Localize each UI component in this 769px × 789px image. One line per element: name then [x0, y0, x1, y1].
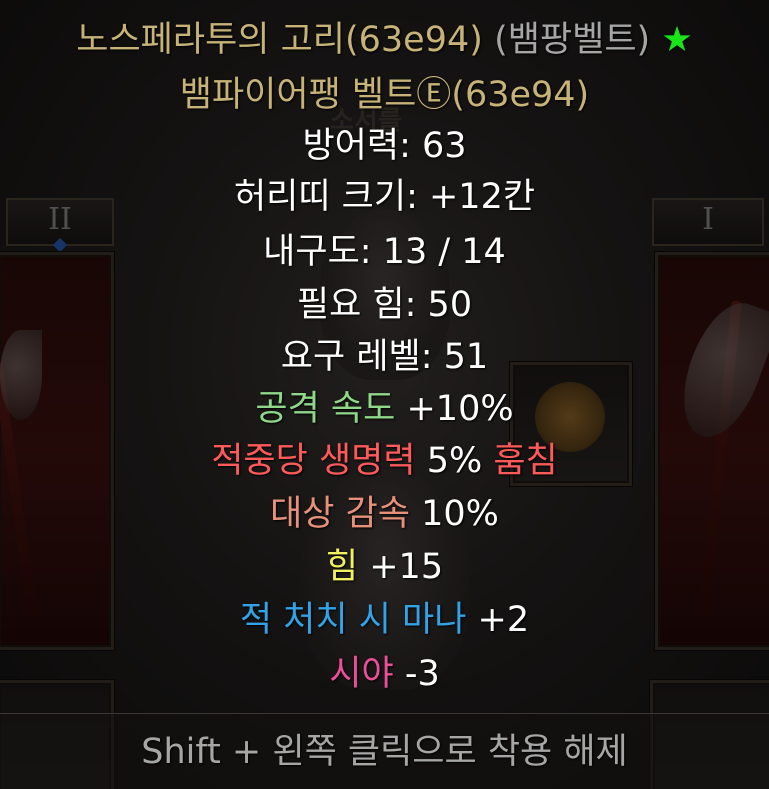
mod-value: 10%	[410, 494, 499, 534]
mod-life-steal: 적중당 생명력 5% 훔침	[0, 436, 769, 486]
mod-value: +10%	[395, 389, 514, 429]
mod-value: +15	[358, 547, 444, 587]
mod-label: 적중당 생명력	[211, 441, 416, 481]
durability-stat: 내구도: 13 / 14	[263, 232, 506, 272]
mod-value: +2	[466, 600, 530, 640]
item-base-name: 뱀파이어팽 벨트Ⓔ(63e94)	[179, 75, 590, 115]
belt-size-stat: 허리띠 크기: +12칸	[233, 177, 536, 217]
mod-label: 공격 속도	[255, 389, 396, 429]
defense-stat: 방어력: 63	[302, 126, 467, 166]
star-icon: ★	[661, 20, 693, 60]
mod-mana-per-kill: 적 처치 시 마나 +2	[0, 595, 769, 645]
mod-value: -3	[393, 654, 440, 694]
mod-strength: 힘 +15	[0, 542, 769, 592]
mod-label: 시야	[329, 654, 394, 694]
mod-label: 적 처치 시 마나	[239, 600, 467, 640]
required-level-stat: 요구 레벨: 51	[280, 337, 489, 377]
item-title-line: 노스페라투의 고리(63e94) (뱀팡벨트) ★	[0, 15, 769, 65]
mod-value: 5%	[415, 441, 494, 481]
mod-label: 대상 감속	[270, 494, 410, 534]
mod-attack-speed: 공격 속도 +10%	[0, 384, 769, 434]
required-strength-stat: 필요 힘: 50	[296, 285, 473, 325]
item-tooltip: 노스페라투의 고리(63e94) (뱀팡벨트) ★ 뱀파이어팽 벨트Ⓔ(63e9…	[0, 0, 769, 789]
mod-light-radius: 시야 -3	[0, 649, 769, 699]
tooltip-footer: Shift + 왼쪽 클릭으로 착용 해제	[0, 713, 769, 789]
game-inventory-scene: 소서를 II I 노스페라투의 고리(63e94) (뱀팡벨트) ★ 뱀파이어팽…	[0, 0, 769, 789]
mod-slow-target: 대상 감속 10%	[0, 489, 769, 539]
mod-suffix: 훔침	[493, 441, 558, 481]
item-type-tag: (뱀팡벨트)	[494, 20, 651, 60]
unique-item-name: 노스페라투의 고리(63e94)	[76, 20, 483, 60]
mod-label: 힘	[325, 547, 359, 587]
unequip-hint: Shift + 왼쪽 클릭으로 착용 해제	[141, 732, 628, 772]
